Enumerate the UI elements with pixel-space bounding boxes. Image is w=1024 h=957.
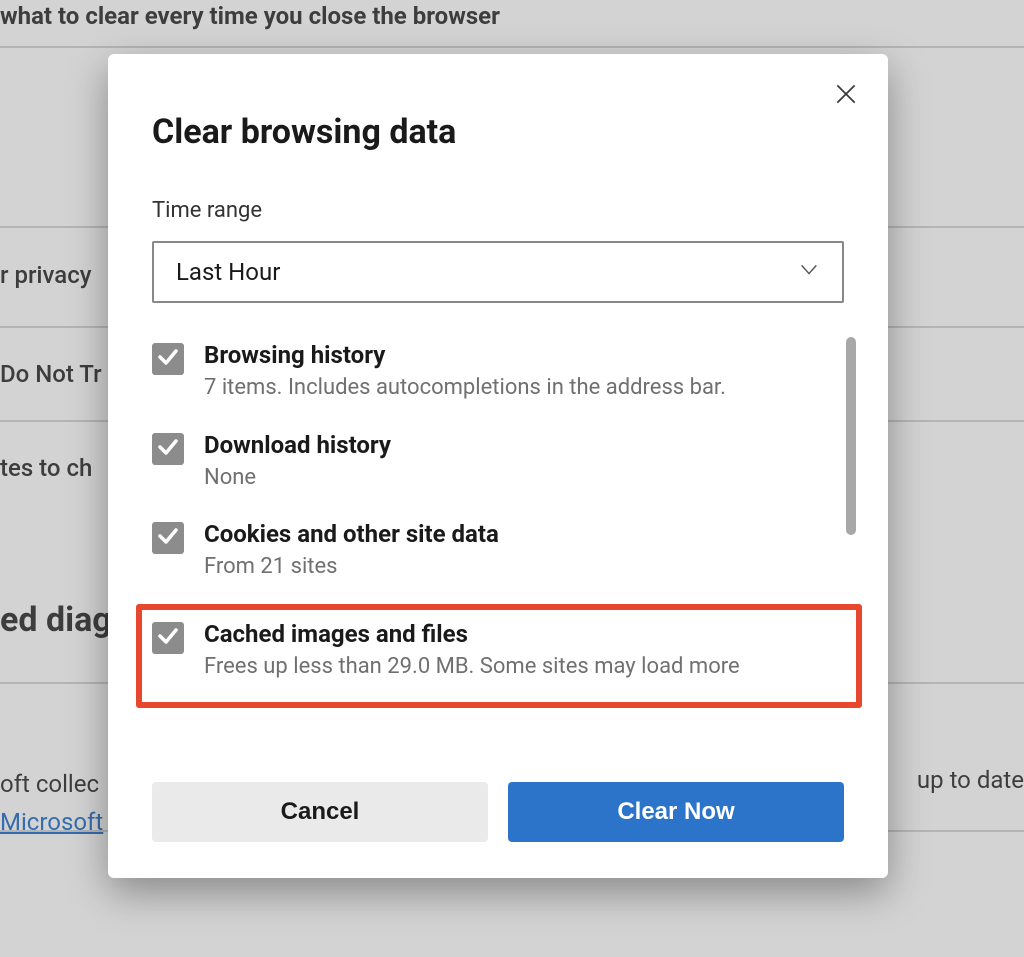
close-button[interactable] bbox=[828, 78, 864, 114]
option-download-history[interactable]: Download history None bbox=[152, 425, 844, 515]
chevron-down-icon bbox=[798, 258, 820, 286]
option-desc: None bbox=[204, 463, 844, 493]
options-scroll-area: Browsing history 7 items. Includes autoc… bbox=[152, 335, 844, 743]
option-title: Cookies and other site data bbox=[204, 520, 844, 548]
scrollbar-thumb[interactable] bbox=[846, 337, 856, 535]
checkbox-cookies[interactable] bbox=[152, 522, 184, 554]
checkbox-download-history[interactable] bbox=[152, 433, 184, 465]
option-text: Browsing history 7 items. Includes autoc… bbox=[204, 341, 844, 403]
option-text: Cached images and files Frees up less th… bbox=[204, 620, 844, 682]
time-range-value: Last Hour bbox=[176, 258, 280, 286]
option-title: Browsing history bbox=[204, 341, 844, 369]
option-desc: 7 items. Includes autocompletions in the… bbox=[204, 373, 844, 403]
option-title: Download history bbox=[204, 431, 844, 459]
dialog-actions: Cancel Clear Now bbox=[152, 782, 844, 842]
option-text: Download history None bbox=[204, 431, 844, 493]
dialog-title: Clear browsing data bbox=[152, 112, 844, 152]
clear-now-button[interactable]: Clear Now bbox=[508, 782, 844, 842]
check-icon bbox=[156, 435, 180, 463]
time-range-label: Time range bbox=[152, 198, 844, 223]
option-cookies[interactable]: Cookies and other site data From 21 site… bbox=[152, 514, 844, 604]
option-text: Cookies and other site data From 21 site… bbox=[204, 520, 844, 582]
close-icon bbox=[833, 81, 859, 111]
cancel-button[interactable]: Cancel bbox=[152, 782, 488, 842]
check-icon bbox=[156, 345, 180, 373]
option-desc: Frees up less than 29.0 MB. Some sites m… bbox=[204, 652, 844, 682]
check-icon bbox=[156, 624, 180, 652]
option-browsing-history[interactable]: Browsing history 7 items. Includes autoc… bbox=[152, 335, 844, 425]
option-title: Cached images and files bbox=[204, 620, 844, 648]
check-icon bbox=[156, 524, 180, 552]
checkbox-browsing-history[interactable] bbox=[152, 343, 184, 375]
time-range-select[interactable]: Last Hour bbox=[152, 241, 844, 303]
option-cached-highlighted[interactable]: Cached images and files Frees up less th… bbox=[136, 604, 862, 708]
checkbox-cached[interactable] bbox=[152, 622, 184, 654]
clear-browsing-data-dialog: Clear browsing data Time range Last Hour… bbox=[108, 54, 888, 878]
option-desc: From 21 sites bbox=[204, 552, 844, 582]
